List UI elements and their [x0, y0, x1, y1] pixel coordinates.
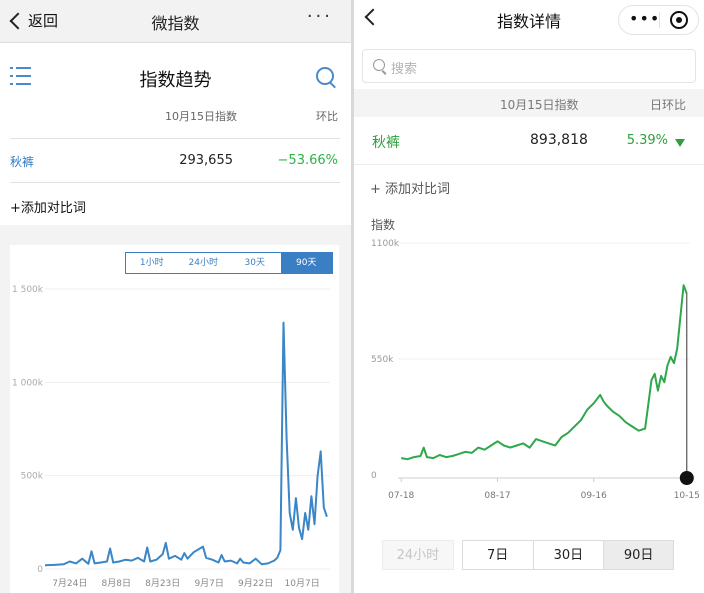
keyword-link[interactable]: 秋裤 [372, 132, 400, 152]
index-value: 893,818 [530, 132, 588, 148]
close-target-icon[interactable] [670, 11, 688, 29]
period-30d-tab[interactable]: 30日 [532, 540, 604, 570]
add-compare-button[interactable]: +添加对比词 [10, 197, 86, 216]
change-percent: −53.66% [277, 153, 338, 168]
column-header-ratio: 日环比 [649, 98, 686, 112]
page-title: 微指数 [151, 14, 200, 33]
x-tick-label: 07-18 [388, 491, 414, 501]
y-tick-label: 500k [21, 472, 44, 482]
add-compare-button[interactable]: + 添加对比词 [370, 178, 450, 197]
series-line-qiuku [44, 321, 328, 567]
search-input[interactable]: 搜索 [362, 49, 696, 83]
period-tabs: 24小时 7日 30日 90日 [382, 540, 674, 570]
right-phone-screen: 指数详情 ••• 搜索 10月15日指数 日环比 秋裤 893,818 5.39… [354, 0, 704, 593]
change-percent: 5.39% [626, 133, 668, 148]
period-24h-tab[interactable]: 24小时 [382, 540, 454, 570]
divider [10, 138, 340, 139]
period-7d-tab[interactable]: 7日 [461, 540, 533, 570]
column-header-index: 10月15日指数 [500, 98, 579, 112]
y-tick-label: 1 500k [12, 285, 44, 295]
search-placeholder: 搜索 [391, 62, 418, 77]
y-tick-label: 550k [371, 355, 394, 365]
triangle-down-icon [675, 139, 685, 147]
section-heading: 指数趋势 [139, 70, 212, 91]
trend-chart-card: 1 500k 1 000k 500k 0 7月24日 8月8日 8月23日 9月7日 9月22日… [10, 245, 339, 593]
x-tick-label: 7月24日 [52, 578, 87, 589]
table-row[interactable]: 秋裤 893,818 5.39% [354, 117, 704, 165]
timeframe-1h-button[interactable]: 1小时 [126, 253, 178, 273]
y-tick-label: 0 [37, 565, 43, 575]
column-header-index: 10月15日指数 [165, 110, 237, 123]
search-icon[interactable] [316, 67, 336, 89]
period-90d-tab[interactable]: 90日 [603, 540, 674, 570]
more-dots-icon[interactable]: ••• [629, 9, 660, 28]
x-tick-label: 9月7日 [194, 578, 223, 589]
x-tick-label: 8月8日 [102, 578, 131, 589]
timeframe-90d-button[interactable]: 90天 [280, 253, 332, 273]
timeframe-24h-button[interactable]: 24小时 [177, 253, 229, 273]
x-tick-label: 10月7日 [285, 578, 320, 589]
y-tick-label: 0 [371, 471, 377, 481]
x-tick-label: 08-17 [484, 491, 510, 501]
y-tick-label: 1 000k [12, 378, 44, 388]
y-tick-label: 1100k [371, 239, 400, 249]
search-icon [373, 59, 385, 71]
crosshair-marker [679, 471, 694, 485]
miniprogram-capsule: ••• [618, 5, 699, 35]
left-phone-screen: 返回 微指数 ··· 指数趋势 10月15日指数 环比 秋裤 293,655 −… [0, 0, 351, 593]
y-axis-title: 指数 [371, 217, 395, 232]
divider [10, 182, 340, 183]
index-value: 293,655 [179, 153, 233, 168]
timeframe-selector: 1小时 24小时 30天 90天 [125, 252, 333, 274]
trend-line-chart: 1 500k 1 000k 500k 0 7月24日 8月8日 8月23日 9月7日 9月22日… [12, 285, 330, 589]
index-summary-card: 指数趋势 10月15日指数 环比 秋裤 293,655 −53.66% +添加对… [0, 43, 351, 225]
x-tick-label: 8月23日 [145, 578, 180, 589]
series-line-qiuku [401, 284, 688, 461]
left-nav-bar: 返回 微指数 ··· [0, 0, 351, 43]
index-line-chart: 指数 1100k 550k 0 07-18 08-17 09-16 10-15 [371, 217, 700, 501]
more-menu-button[interactable]: ··· [307, 6, 333, 27]
x-tick-label: 09-16 [581, 491, 607, 501]
timeframe-30d-button[interactable]: 30天 [229, 253, 281, 273]
x-tick-label: 9月22日 [238, 578, 273, 589]
keyword-link[interactable]: 秋裤 [10, 153, 34, 170]
table-header: 10月15日指数 日环比 [354, 89, 704, 117]
column-header-ratio: 环比 [316, 110, 338, 123]
x-tick-label: 10-15 [674, 491, 700, 501]
